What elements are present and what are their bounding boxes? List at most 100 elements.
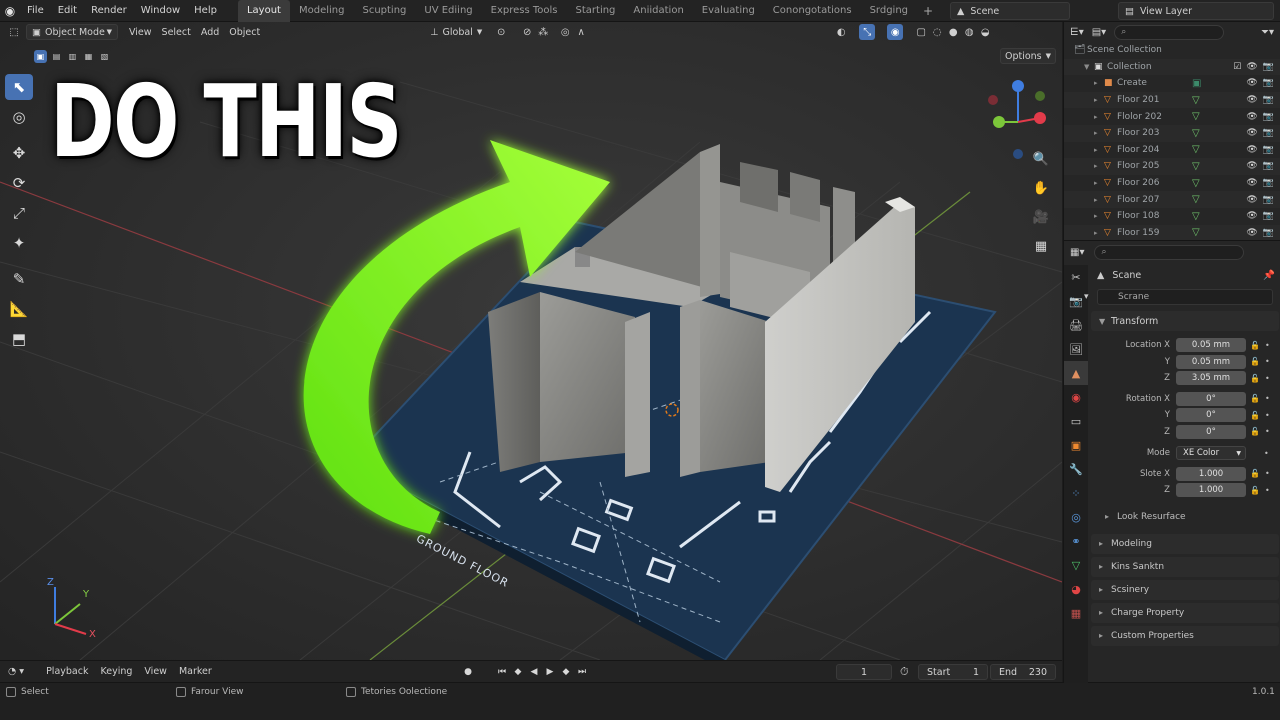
data-tab-icon[interactable]: ▽ [1064,553,1088,577]
menu-edit[interactable]: Edit [51,0,84,22]
xray-icon[interactable]: ▢ [913,24,929,40]
tab-uv-editing[interactable]: UV Ediing [415,0,481,22]
collection-row[interactable]: ▼ ▣ Collection ☑ 👁 📷 [1064,58,1280,76]
expand-arrow-icon[interactable]: ▸ [1094,179,1104,187]
rendered-shading-icon[interactable]: ◒ [977,24,993,40]
filter-icon[interactable]: ⏷▾ [1261,27,1274,38]
jump-start-icon[interactable]: ⏮ [496,665,508,679]
select-box-tool-icon[interactable]: ⬉ [5,74,33,100]
scene-collection-row[interactable]: 🗂 Scene Collection [1064,42,1280,59]
camera-icon[interactable]: 📷 [1263,145,1274,155]
outliner-item[interactable]: ▸ ▽ Floor 204 ▽ 👁 📷 [1064,142,1280,159]
menu-help[interactable]: Help [187,0,224,22]
timeline-editor-icon[interactable]: ◔ ▾ [2,666,30,677]
expand-arrow-icon[interactable]: ▸ [1094,162,1104,170]
menu-marker[interactable]: Marker [173,666,218,677]
camera-icon[interactable]: 📷 [1263,195,1274,205]
outliner-item[interactable]: ▸ ▽ Flolor 202 ▽ 👁 📷 [1064,108,1280,125]
lock-icon[interactable]: 🔓 [1250,374,1262,383]
next-keyframe-icon[interactable]: ◆ [560,665,572,679]
rotation-x-field[interactable]: 0° [1176,391,1246,406]
menu-playback[interactable]: Playback [40,666,94,677]
options-dropdown[interactable]: Options ▼ [1000,48,1056,64]
outliner-item[interactable]: ▸ ▽ Floor 205 ▽ 👁 📷 [1064,158,1280,175]
rotation-z-field[interactable]: 0° [1176,424,1246,439]
grid-view-icon[interactable]: ▦ [1030,235,1052,257]
expand-arrow-icon[interactable]: ▸ [1094,96,1104,104]
outliner-item[interactable]: ▸ ■ Create ▣ 👁 📷 [1064,75,1280,92]
current-frame-field[interactable]: 1 [836,664,892,680]
transform-orientation[interactable]: ⊥ Global ▼ [425,24,487,40]
output-tab-icon[interactable]: 🖨 [1064,313,1088,337]
menu-select[interactable]: Select [157,24,196,40]
tool-tab-icon[interactable]: ✂ [1064,265,1088,289]
menu-keying[interactable]: Keying [94,666,138,677]
view-layer-tab-icon[interactable]: 🖼 [1064,337,1088,361]
tab-modeling[interactable]: Modeling [290,0,354,22]
start-frame-field[interactable]: Start 1 [918,664,988,680]
tab-evaluating[interactable]: Evaluating [693,0,764,22]
particles-tab-icon[interactable]: ⁘ [1064,481,1088,505]
camera-icon[interactable]: 📷 [1263,211,1274,221]
menu-render[interactable]: Render [84,0,134,22]
mesh-data-icon[interactable]: ▽ [1192,178,1200,189]
add-workspace-icon[interactable]: + [917,0,939,22]
outliner-item[interactable]: ▸ ▽ Floor 201 ▽ 👁 📷 [1064,91,1280,109]
solid-shading-icon[interactable]: ● [945,24,961,40]
checkbox-icon[interactable]: ☑ [1233,62,1241,72]
camera-icon[interactable]: 📷 [1263,178,1274,188]
lock-icon[interactable]: 🔓 [1250,341,1262,350]
snap-target-icon[interactable]: ⁂ [535,24,551,40]
zoom-icon[interactable]: 🔍 [1030,148,1052,170]
falloff-icon[interactable]: ∧ [573,24,589,40]
camera-icon[interactable]: 📷 [1263,112,1274,122]
tab-starting[interactable]: Starting [567,0,625,22]
camera-icon[interactable]: 📷 [1263,62,1274,72]
tab-express-tools[interactable]: Express Tools [482,0,567,22]
expand-arrow-icon[interactable]: ▸ [1094,212,1104,220]
expand-arrow-icon[interactable]: ▼ [1084,63,1094,71]
eye-icon[interactable]: 👁 [1246,78,1257,88]
transform-panel-header[interactable]: ▼ Transform [1091,311,1279,331]
slote-x-field[interactable]: 1.000 [1176,466,1246,481]
eye-icon[interactable]: 👁 [1246,161,1257,171]
rotate-tool-icon[interactable]: ⟳ [5,170,33,196]
lock-icon[interactable]: 🔓 [1250,394,1262,403]
mesh-data-icon[interactable]: ▽ [1192,194,1200,205]
move-tool-icon[interactable]: ✥ [5,140,33,166]
eye-icon[interactable]: 👁 [1246,228,1257,238]
cursor-tool-icon[interactable]: ◎ [5,104,33,130]
mesh-data-icon[interactable]: ▽ [1192,144,1200,155]
keyframe-dot-icon[interactable]: • [1265,486,1270,495]
mesh-data-icon[interactable]: ▽ [1192,95,1200,106]
camera-icon[interactable]: 📷 [1263,161,1274,171]
scene-selector[interactable]: ▲ Scene [950,2,1070,20]
menu-add[interactable]: Add [196,24,224,40]
visibility-icon[interactable]: ◐ [833,24,849,40]
end-frame-field[interactable]: End 230 [990,664,1056,680]
mode-selector[interactable]: ▣ Object Mode ▼ [26,24,118,40]
camera-view-icon[interactable]: 🎥 [1030,206,1052,228]
camera-icon[interactable]: 📷 [1263,228,1274,238]
jump-end-icon[interactable]: ⏭ [576,665,588,679]
menu-window[interactable]: Window [134,0,187,22]
collapsed-panel-header[interactable]: ▸ Scsinery [1091,579,1279,600]
expand-arrow-icon[interactable]: ▸ [1094,79,1104,87]
proportional-edit-icon[interactable]: ◎ [557,24,573,40]
eye-icon[interactable]: 👁 [1246,112,1257,122]
camera-icon[interactable]: 📷 [1263,128,1274,138]
keyframe-dot-icon[interactable]: • [1265,374,1270,383]
camera-icon[interactable]: 📷 [1263,95,1274,105]
world-tab-icon[interactable]: ◉ [1064,385,1088,409]
mesh-data-icon[interactable]: ▽ [1192,211,1200,222]
mesh-data-icon[interactable]: ▽ [1192,161,1200,172]
lock-icon[interactable]: 🔓 [1250,427,1262,436]
scale-tool-icon[interactable]: ⤢ [5,200,33,226]
keyframe-dot-icon[interactable]: • [1265,341,1270,350]
outliner-editor-icon[interactable]: ⋿▾ [1070,27,1084,38]
outliner-item[interactable]: ▸ ▽ Floor 203 ▽ 👁 📷 [1064,124,1280,142]
mesh-data-icon[interactable]: ▽ [1192,111,1200,122]
gizmo-toggle-icon[interactable]: ⤡ [859,24,876,40]
lock-icon[interactable]: 🔓 [1250,469,1262,478]
collapsed-panel-header[interactable]: ▸ Charge Property [1091,602,1279,623]
